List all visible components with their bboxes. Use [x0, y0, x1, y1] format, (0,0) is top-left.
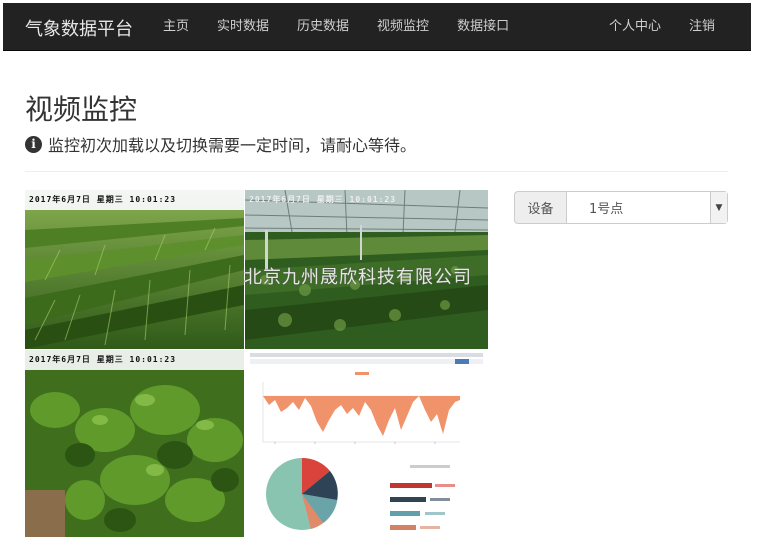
nav-item-video[interactable]: 视频监控	[363, 3, 443, 51]
camera-feed-3[interactable]: 2017年6月7日 星期三 10:01:23	[25, 350, 244, 537]
divider	[25, 171, 728, 172]
pie-chart-thumbnail	[266, 457, 338, 530]
device-select[interactable]: 1号点 ▼	[566, 191, 728, 224]
nav-item-home[interactable]: 主页	[149, 3, 203, 51]
nav-item-history[interactable]: 历史数据	[283, 3, 363, 51]
nav-item-realtime[interactable]: 实时数据	[203, 3, 283, 51]
video-wall: 2017年6月7日 星期三 10:01:23 2017年6月7日 星期三 10:…	[25, 190, 488, 537]
load-notice: i 监控初次加载以及切换需要一定时间，请耐心等待。	[25, 132, 416, 156]
camera-timestamp: 2017年6月7日 星期三 10:01:23	[249, 195, 397, 204]
page-title: 视频监控	[25, 93, 138, 126]
nav-item-logout[interactable]: 注销	[675, 3, 729, 51]
main-nav: 主页 实时数据 历史数据 视频监控 数据接口	[149, 3, 523, 51]
info-circle-icon: i	[25, 135, 42, 153]
device-selector-group: 设备 1号点 ▼	[514, 191, 728, 224]
nav-item-profile[interactable]: 个人中心	[595, 3, 675, 51]
camera-timestamp: 2017年6月7日 星期三 10:01:23	[29, 355, 177, 364]
camera-4-image	[245, 350, 488, 537]
top-navbar: 气象数据平台 主页 实时数据 历史数据 视频监控 数据接口 个人中心 注销	[3, 3, 751, 51]
camera-feed-4[interactable]	[245, 350, 488, 537]
camera-1-image	[25, 190, 244, 349]
brand-logo[interactable]: 气象数据平台	[25, 15, 133, 41]
camera-feed-1[interactable]: 2017年6月7日 星期三 10:01:23	[25, 190, 244, 349]
device-label: 设备	[514, 191, 566, 224]
notice-text: 监控初次加载以及切换需要一定时间，请耐心等待。	[48, 136, 417, 155]
chevron-down-icon[interactable]: ▼	[710, 192, 727, 223]
user-nav: 个人中心 注销	[595, 3, 729, 51]
nav-item-api[interactable]: 数据接口	[443, 3, 523, 51]
camera-3-image	[25, 350, 244, 537]
company-watermark: 北京九州晟欣科技有限公司	[244, 267, 472, 288]
device-selected-value: 1号点	[589, 202, 624, 217]
camera-timestamp: 2017年6月7日 星期三 10:01:23	[29, 195, 177, 204]
